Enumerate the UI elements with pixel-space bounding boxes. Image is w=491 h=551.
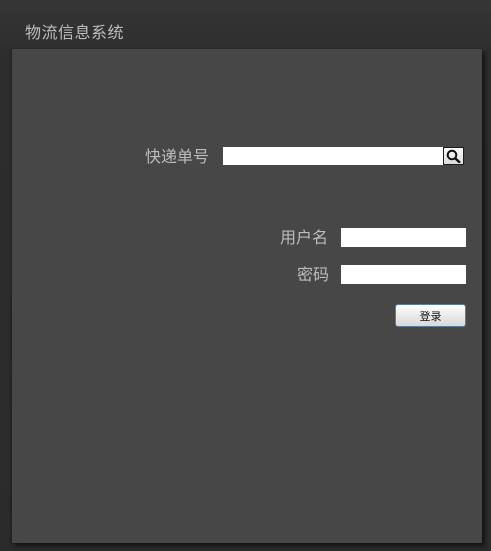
username-input[interactable] — [341, 228, 466, 247]
login-button[interactable]: 登录 — [395, 304, 466, 327]
username-label: 用户名 — [280, 228, 329, 247]
password-input[interactable] — [341, 265, 466, 284]
app-title: 物流信息系统 — [25, 23, 125, 42]
tracking-number-label: 快递单号 — [145, 147, 210, 166]
app-window: 物流信息系统 快递单号 用户名 密码 登录 — [0, 0, 491, 551]
magnifier-icon — [446, 149, 461, 163]
password-label: 密码 — [297, 265, 330, 284]
main-panel: 快递单号 用户名 密码 登录 — [12, 49, 482, 543]
tracking-search-button[interactable] — [443, 147, 464, 165]
tracking-number-input[interactable] — [223, 147, 445, 165]
